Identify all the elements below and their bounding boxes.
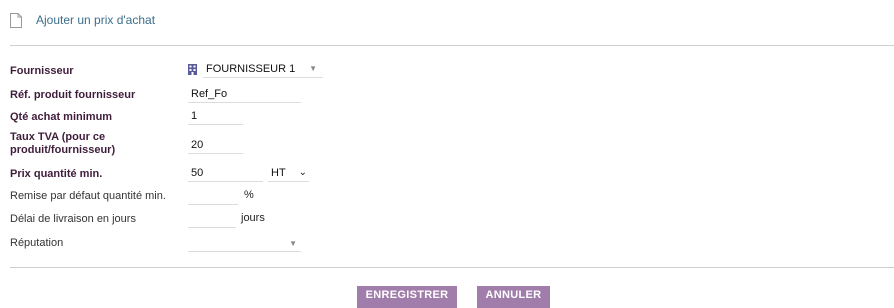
discount-label: Remise par défaut quantité min. <box>10 190 166 202</box>
min-qty-input[interactable]: 1 <box>188 108 243 125</box>
price-label: Prix quantité min. <box>10 168 103 180</box>
document-icon <box>10 12 22 28</box>
delay-label: Délai de livraison en jours <box>10 213 136 225</box>
page-header: Ajouter un prix d'achat <box>10 10 155 30</box>
supplier-label: Fournisseur <box>10 65 74 77</box>
chevron-down-icon: ⌄ <box>298 167 307 178</box>
building-icon <box>188 64 197 75</box>
divider-bottom <box>10 267 894 268</box>
divider-top <box>10 45 894 46</box>
delay-unit: jours <box>241 212 265 224</box>
supplier-select-value: FOURNISSEUR 1 <box>206 63 296 75</box>
vat-input[interactable]: 20 <box>188 137 243 154</box>
cancel-button[interactable]: ANNULER <box>477 286 550 308</box>
vat-label: Taux TVA (pour ce produit/fournisseur) <box>10 131 115 157</box>
reputation-label: Réputation <box>10 237 64 249</box>
price-input[interactable]: 50 <box>188 165 263 182</box>
chevron-down-icon: ▼ <box>309 64 317 73</box>
vat-label-line1: Taux TVA (pour ce <box>10 131 106 143</box>
discount-input[interactable] <box>188 188 238 205</box>
ref-input[interactable]: Ref_Fo <box>188 86 301 103</box>
tax-mode-value: HT <box>271 167 286 179</box>
page-title: Ajouter un prix d'achat <box>36 13 156 27</box>
min-qty-label: Qté achat minimum <box>10 111 113 123</box>
chevron-down-icon: ▼ <box>289 239 297 248</box>
reputation-select[interactable]: ▼ <box>188 235 301 252</box>
delay-input[interactable] <box>188 211 236 228</box>
save-button[interactable]: ENREGISTRER <box>357 286 457 308</box>
tax-mode-select[interactable]: HT ⌄ <box>268 165 309 182</box>
discount-unit: % <box>244 189 254 201</box>
ref-label: Réf. produit fournisseur <box>10 89 136 101</box>
vat-label-line2: produit/fournisseur) <box>10 144 116 156</box>
supplier-select[interactable]: FOURNISSEUR 1 ▼ <box>203 61 323 78</box>
